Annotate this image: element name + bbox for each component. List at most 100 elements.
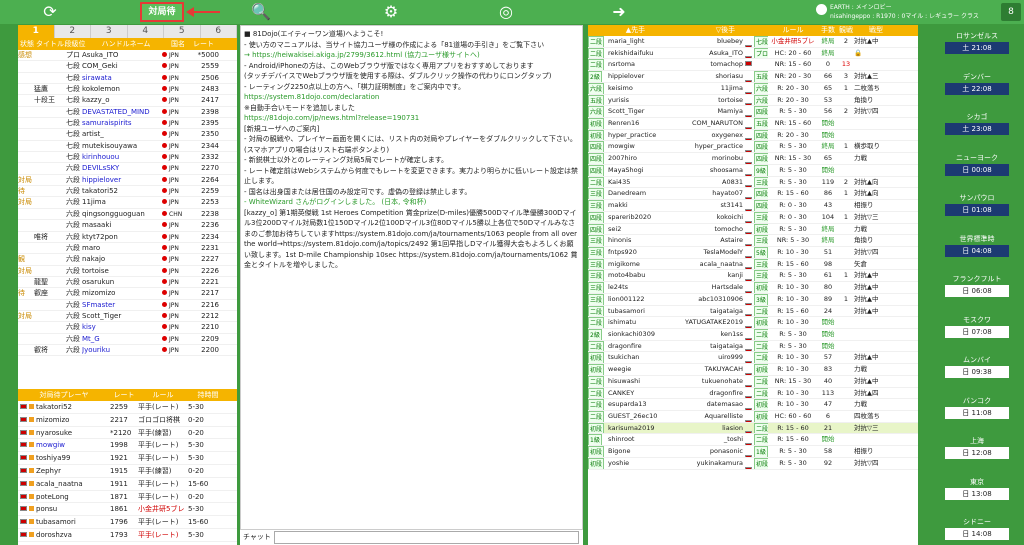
game-row[interactable]: 初段 karisuma2019 liasion 二段 R: 15 - 60 21 対抗▽三 (588, 422, 918, 435)
white-player[interactable]: hyper_practice (683, 141, 743, 152)
gear-icon[interactable]: ⚙ (381, 2, 401, 22)
white-player[interactable]: Aquarelliste (683, 411, 743, 422)
player-row[interactable]: 対局 六段 tortoise JPN 2226 (18, 266, 237, 277)
game-row[interactable]: 二段 GUEST_26ec10 Aquarelliste 初段 HC: 60 - 60 6… (588, 411, 918, 423)
white-player[interactable]: taigataiga (683, 341, 743, 352)
waiting-name[interactable]: poteLong (36, 493, 69, 501)
player-row[interactable]: 対局 六段 hippielover JPN 2264 (18, 175, 237, 187)
white-player[interactable]: shoosama (683, 165, 743, 176)
game-row[interactable]: 初段 weegie TAKUYACAH 初段 R: 10 - 30 83 力戦 (588, 364, 918, 376)
game-row[interactable]: 初段 tsukichan uiro999 二段 R: 10 - 30 57 対抗▲中 (588, 352, 918, 365)
player-name[interactable]: DEVASTATED_MIND (82, 107, 162, 117)
white-player[interactable]: COM_NARUTON (683, 118, 743, 129)
white-player[interactable]: liasion (683, 423, 743, 434)
waiting-player[interactable]: acala_naatna (18, 478, 110, 490)
game-row[interactable]: 二段 esuparda13 datemasao 初段 R: 10 - 30 47 力戦 (588, 399, 918, 411)
game-row[interactable]: 四段 2007hiro morinobu 四段 NR: 15 - 30 65 力戦 (588, 153, 918, 165)
player-row[interactable]: 六段 kisy JPN 2210 (18, 322, 237, 334)
tab-3[interactable]: 3 (91, 25, 128, 38)
black-player[interactable]: ishimatu (608, 317, 683, 328)
column-header[interactable]: 持時間 (188, 389, 228, 401)
black-player[interactable]: 2007hiro (608, 153, 683, 164)
player-name[interactable]: Mt_G (82, 334, 162, 344)
waiting-name[interactable]: toshiya99 (36, 454, 70, 462)
player-row[interactable]: 唯将 六段 ktyt72pon JPN 2234 (18, 232, 237, 243)
tab-2[interactable]: 2 (55, 25, 91, 38)
player-name[interactable]: kazzy_o (82, 95, 162, 105)
game-row[interactable]: 三段 moto4babu kanji 三段 R: 5 - 30 61 1 対抗▲中 (588, 270, 918, 283)
waiting-player[interactable]: mizomizo (18, 414, 110, 426)
waiting-name[interactable]: Zephyr (36, 467, 61, 475)
player-name[interactable]: nakajo (82, 254, 162, 264)
player-name[interactable]: 11jima (82, 197, 162, 207)
player-row[interactable]: 待 六段 takatori52 JPN 2259 (18, 186, 237, 198)
player-row[interactable]: 七段 COM_Geki JPN 2559 (18, 61, 237, 73)
black-player[interactable]: MayaShogi (608, 165, 683, 176)
player-row[interactable]: 叡将 六段 Jyouriku JPN 2200 (18, 345, 237, 357)
player-name[interactable]: sirawata (82, 73, 162, 83)
black-player[interactable]: Bigone (608, 446, 683, 457)
black-player[interactable]: mowgiw (608, 141, 683, 152)
white-player[interactable]: kokoichi (683, 212, 743, 223)
waiting-player[interactable]: tubasamori (18, 516, 110, 528)
black-player[interactable]: karisuma2019 (608, 423, 683, 434)
refresh-icon[interactable]: ⟳ (40, 2, 60, 22)
black-player[interactable]: fntps920 (608, 247, 683, 258)
game-row[interactable]: 初段 hyper_practice oxygenex 四段 R: 20 - 30 開始 (588, 129, 918, 142)
player-name[interactable]: kirinhouou (82, 152, 162, 162)
game-row[interactable]: 六段 Scott_Tiger Mamiya 四段 R: 5 - 30 56 2 対抗▽四 (588, 106, 918, 119)
black-player[interactable]: keisimo (608, 83, 683, 94)
black-player[interactable]: rekishidaifuku (608, 48, 683, 59)
player-row[interactable]: 待叡座 六段 mizomizo JPN 2217 (18, 288, 237, 300)
column-header[interactable]: レート (110, 389, 138, 401)
search-icon[interactable]: 🔍 (251, 2, 271, 22)
waiting-row[interactable]: Zephyr 1915 平手(練習) 0-20 (18, 465, 237, 478)
waiting-name[interactable]: takatori52 (36, 403, 72, 411)
info-line[interactable]: https://system.81dojo.com/declaration (244, 92, 579, 103)
player-row[interactable]: 感想 プロ Asuka_ITO JPN *5000 (18, 50, 237, 62)
black-player[interactable]: makki (608, 200, 683, 211)
black-player[interactable]: le24ts (608, 282, 683, 293)
player-row[interactable]: 対局 六段 11jima JPN 2253 (18, 197, 237, 209)
player-row[interactable]: 六段 maro JPN 2231 (18, 243, 237, 255)
black-player[interactable]: shinroot (608, 434, 683, 445)
game-row[interactable]: 三段 makki st3141 四段 R: 0 - 30 43 相振り (588, 200, 918, 212)
white-player[interactable]: ken1ss (683, 329, 743, 340)
column-header[interactable]: 戦型 (854, 25, 898, 36)
waiting-row[interactable]: toshiya99 1921 平手(レート) 5-30 (18, 452, 237, 465)
column-header[interactable]: レート (190, 38, 217, 50)
black-player[interactable]: hippielover (608, 71, 683, 82)
waiting-name[interactable]: tubasamori (36, 518, 76, 526)
white-player[interactable]: kanji (683, 270, 743, 281)
black-player[interactable]: dragonfire (608, 341, 683, 352)
white-player[interactable]: YATUGATAKE2019 (683, 317, 743, 328)
black-player[interactable]: tubasamori (608, 306, 683, 317)
player-row[interactable]: 六段 Mt_G JPN 2209 (18, 334, 237, 345)
column-header[interactable]: 対局待プレーヤ (18, 389, 110, 401)
game-row[interactable]: 2級 hippielover shoriasu 五段 NR: 20 - 30 66 3 対抗▲… (588, 71, 918, 83)
white-player[interactable]: tomocho (683, 224, 743, 235)
white-player[interactable]: ponasonic (683, 446, 743, 457)
tab-5[interactable]: 5 (164, 25, 201, 38)
waiting-row[interactable]: ponsu 1861 小金井研5ブレ 5-30 (18, 503, 237, 517)
white-player[interactable]: abc10310906 (683, 294, 743, 305)
white-player[interactable]: A0831 (683, 177, 743, 188)
black-player[interactable]: sei2 (608, 224, 683, 235)
waiting-row[interactable]: acala_naatna 1911 平手(レート) 15-60 (18, 478, 237, 491)
column-header[interactable]: ハンドルネーム (86, 38, 166, 50)
white-player[interactable]: TeslaModelY (683, 247, 743, 258)
white-player[interactable]: oxygenex (683, 130, 743, 141)
black-player[interactable]: Scott_Tiger (608, 106, 683, 117)
game-row[interactable]: 四段 MayaShogi shoosama 9級 R: 5 - 30 開始 (588, 164, 918, 177)
black-player[interactable]: GUEST_26ec10 (608, 411, 683, 422)
player-row[interactable]: 対局 六段 Scott_Tiger JPN 2212 (18, 311, 237, 323)
game-row[interactable]: 三段 lion001122 abc10310906 3級 R: 10 - 30 89 1 対抗… (588, 293, 918, 306)
black-player[interactable]: lion001122 (608, 294, 683, 305)
game-row[interactable]: 四段 mowgiw hyper_practice 四段 R: 5 - 30 終局 1 横歩取り (588, 141, 918, 154)
game-row[interactable]: 二段 tubasamori taigataiga 二段 R: 15 - 60 24 対抗▲中 (588, 305, 918, 318)
game-row[interactable]: 四段 sparerib2020 kokoichi 三段 R: 0 - 30 104 1 対抗▽… (588, 211, 918, 224)
column-header[interactable]: タイトル (36, 38, 64, 50)
black-player[interactable]: Kai435 (608, 177, 683, 188)
waiting-player[interactable]: doroshzva (18, 529, 110, 541)
white-player[interactable]: tortoise (683, 95, 743, 106)
